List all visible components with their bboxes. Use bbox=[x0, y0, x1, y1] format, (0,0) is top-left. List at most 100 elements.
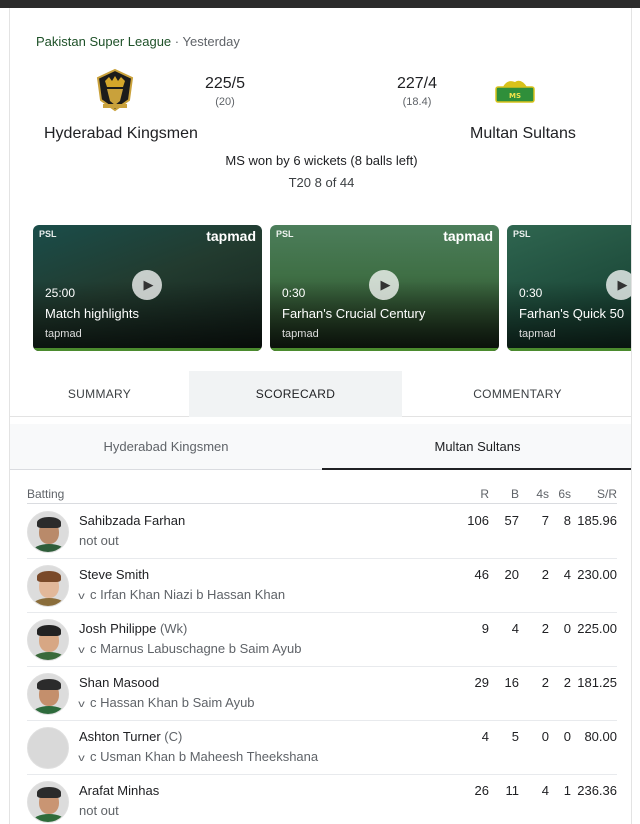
balls: 4 bbox=[511, 621, 519, 636]
player-name[interactable]: Steve Smith bbox=[79, 567, 149, 582]
home-overs: (20) bbox=[215, 96, 235, 108]
svg-text:MS: MS bbox=[509, 92, 521, 100]
video-duration: 0:30 bbox=[282, 286, 306, 300]
runs: 4 bbox=[481, 729, 489, 744]
table-row[interactable]: Ashton Turner (C) vc Usman Khan b Mahees… bbox=[27, 721, 617, 775]
avatar bbox=[27, 565, 69, 607]
play-icon[interactable]: ▶ bbox=[132, 270, 162, 300]
strike-rate: 236.36 bbox=[577, 783, 617, 798]
chevron-down-icon[interactable]: v bbox=[78, 645, 85, 656]
video-accent-bar bbox=[507, 348, 631, 351]
col-runs: R bbox=[480, 487, 489, 501]
chevron-down-icon[interactable]: v bbox=[78, 591, 85, 602]
video-card[interactable]: PSL tapmad ▶ 0:30 Farhan's Crucial Centu… bbox=[270, 225, 499, 351]
match-date: Yesterday bbox=[182, 34, 240, 49]
runs: 9 bbox=[481, 621, 489, 636]
dismissal-text[interactable]: vc Irfan Khan Niazi b Hassan Khan bbox=[78, 587, 285, 602]
player-name[interactable]: Josh Philippe (Wk) bbox=[79, 621, 187, 636]
batting-header: Batting R B 4s 6s S/R bbox=[27, 486, 617, 504]
avatar bbox=[27, 511, 69, 553]
video-carousel[interactable]: PSL tapmad ▶ 25:00 Match highlights tapm… bbox=[33, 225, 631, 351]
table-row[interactable]: Josh Philippe (Wk) vc Marnus Labuschagne… bbox=[27, 613, 617, 667]
away-score: 227/4 bbox=[396, 75, 438, 92]
table-row[interactable]: Shan Masood vc Hassan Khan b Saim Ayub 2… bbox=[27, 667, 617, 721]
psl-badge: PSL bbox=[513, 229, 531, 239]
tab-scorecard[interactable]: SCORECARD bbox=[189, 371, 402, 417]
fours: 0 bbox=[541, 729, 549, 744]
video-card[interactable]: PSL tapmad ▶ 25:00 Match highlights tapm… bbox=[33, 225, 262, 351]
home-team-name[interactable]: Hyderabad Kingsmen bbox=[44, 125, 198, 143]
video-brand: tapmad bbox=[443, 228, 493, 244]
match-card: Pakistan Super League · Yesterday MS 225… bbox=[9, 8, 632, 824]
fours: 2 bbox=[541, 621, 549, 636]
dismissal-text[interactable]: vc Marnus Labuschagne b Saim Ayub bbox=[78, 641, 301, 656]
runs: 106 bbox=[467, 513, 489, 528]
col-balls: B bbox=[510, 487, 519, 501]
video-title[interactable]: Match highlights bbox=[45, 306, 139, 321]
runs: 29 bbox=[474, 675, 489, 690]
fours: 2 bbox=[541, 675, 549, 690]
avatar-placeholder bbox=[27, 727, 69, 769]
player-name[interactable]: Arafat Minhas bbox=[79, 783, 159, 798]
video-card[interactable]: PSL tapmad ▶ 0:30 Farhan's Quick 50 tapm… bbox=[507, 225, 631, 351]
dismissal-text[interactable]: vc Hassan Khan b Saim Ayub bbox=[78, 695, 254, 710]
table-row[interactable]: Sahibzada Farhan not out 106 57 7 8 185.… bbox=[27, 505, 617, 559]
league-line[interactable]: Pakistan Super League · Yesterday bbox=[36, 34, 240, 49]
browser-top-bar bbox=[0, 0, 640, 8]
video-source: tapmad bbox=[45, 328, 82, 340]
balls: 57 bbox=[504, 513, 519, 528]
chevron-down-icon[interactable]: v bbox=[78, 699, 85, 710]
avatar bbox=[27, 619, 69, 661]
tab-commentary[interactable]: COMMENTARY bbox=[402, 371, 631, 417]
batting-label: Batting bbox=[27, 487, 65, 501]
multan-sultans-logo[interactable]: MS bbox=[495, 78, 535, 104]
dismissal-text: not out bbox=[79, 533, 119, 548]
runs: 46 bbox=[474, 567, 489, 582]
fours: 4 bbox=[541, 783, 549, 798]
player-role: (C) bbox=[164, 729, 183, 744]
dismissal-text: not out bbox=[79, 803, 119, 818]
strike-rate: 181.25 bbox=[577, 675, 617, 690]
batting-rows: Sahibzada Farhan not out 106 57 7 8 185.… bbox=[27, 505, 617, 824]
balls: 5 bbox=[511, 729, 519, 744]
video-duration: 25:00 bbox=[45, 286, 76, 300]
chevron-down-icon[interactable]: v bbox=[78, 753, 85, 764]
sixes: 0 bbox=[563, 621, 571, 636]
strike-rate: 230.00 bbox=[577, 567, 617, 582]
away-team-name[interactable]: Multan Sultans bbox=[470, 125, 576, 143]
video-source: tapmad bbox=[282, 328, 319, 340]
innings-tabs: Hyderabad Kingsmen Multan Sultans bbox=[10, 424, 631, 470]
hyderabad-kingsmen-logo[interactable] bbox=[96, 68, 134, 112]
table-row[interactable]: Arafat Minhas not out 26 11 4 1 236.36 bbox=[27, 775, 617, 824]
tab-summary[interactable]: SUMMARY bbox=[10, 371, 189, 417]
league-name[interactable]: Pakistan Super League bbox=[36, 34, 171, 49]
player-name[interactable]: Sahibzada Farhan bbox=[79, 513, 185, 528]
innings-tab-home[interactable]: Hyderabad Kingsmen bbox=[10, 424, 322, 470]
col-fours: 4s bbox=[536, 487, 549, 501]
play-icon[interactable]: ▶ bbox=[369, 270, 399, 300]
video-accent-bar bbox=[33, 348, 262, 351]
play-icon[interactable]: ▶ bbox=[606, 270, 631, 300]
col-strike-rate: S/R bbox=[596, 487, 617, 501]
strike-rate: 225.00 bbox=[577, 621, 617, 636]
video-title[interactable]: Farhan's Quick 50 bbox=[519, 306, 624, 321]
sixes: 2 bbox=[563, 675, 571, 690]
sixes: 1 bbox=[563, 783, 571, 798]
video-title[interactable]: Farhan's Crucial Century bbox=[282, 306, 425, 321]
table-row[interactable]: Steve Smith vc Irfan Khan Niazi b Hassan… bbox=[27, 559, 617, 613]
strike-rate: 185.96 bbox=[577, 513, 617, 528]
innings-tab-away[interactable]: Multan Sultans bbox=[322, 424, 631, 470]
away-overs: (18.4) bbox=[402, 96, 432, 108]
match-number: T20 8 of 44 bbox=[288, 175, 355, 190]
sixes: 0 bbox=[563, 729, 571, 744]
match-tabs: SUMMARY SCORECARD COMMENTARY bbox=[10, 371, 631, 417]
league-separator: · bbox=[174, 34, 180, 49]
player-name[interactable]: Ashton Turner (C) bbox=[79, 729, 182, 744]
psl-badge: PSL bbox=[39, 229, 57, 239]
balls: 16 bbox=[504, 675, 519, 690]
video-brand: tapmad bbox=[206, 228, 256, 244]
dismissal-text[interactable]: vc Usman Khan b Maheesh Theekshana bbox=[78, 749, 318, 764]
player-name[interactable]: Shan Masood bbox=[79, 675, 159, 690]
video-accent-bar bbox=[270, 348, 499, 351]
col-sixes: 6s bbox=[558, 487, 571, 501]
